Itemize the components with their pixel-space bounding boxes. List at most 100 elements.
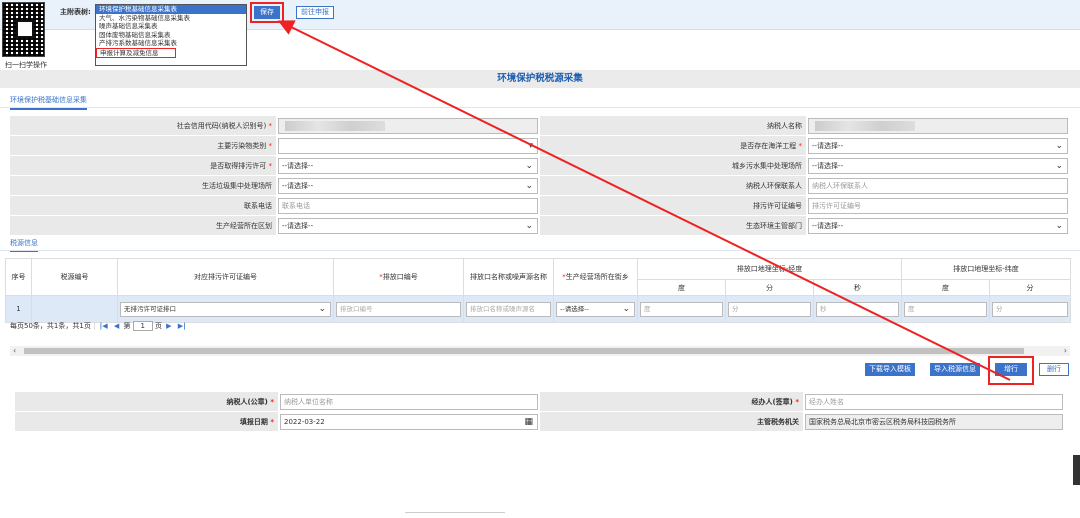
garbage-site-select[interactable]: --请选择-- ⌄	[278, 178, 538, 194]
col-header-outlet-no: *排放口编号	[333, 258, 464, 296]
permit-no-select[interactable]: 无排污许可证排口 ⌄	[120, 301, 331, 317]
col-header-lon-min: 分	[725, 279, 814, 296]
field-label: 城乡污水集中处理场所	[540, 156, 806, 175]
taxpayer-name-field[interactable]	[808, 118, 1068, 134]
form-row: 是否取得排污许可 * --请选择-- ⌄ 城乡污水集中处理场所 --请选择-- ⌄	[10, 156, 1070, 176]
field-label: 是否存在海洋工程 *	[540, 136, 806, 155]
side-handle[interactable]	[1073, 455, 1080, 485]
dropdown-item-air-water[interactable]: 大气、水污染物基础信息采集表	[96, 14, 246, 23]
tab-divider	[0, 107, 1080, 108]
field-label: 纳税人名称	[540, 116, 806, 135]
phone-input[interactable]: 联系电话	[278, 198, 538, 214]
dropdown-item-solid-waste[interactable]: 固体废物基础信息采集表	[96, 31, 246, 40]
page-suffix: 页	[154, 322, 162, 330]
field-label: 纳税人(公章) *	[15, 392, 278, 411]
col-header-seq: 序号	[5, 258, 32, 296]
form-row: 纳税人(公章) * 纳税人单位名称 经办人(签章) * 经办人姓名	[15, 392, 1070, 412]
pager-summary: 每页50条，共1条，共1页	[10, 322, 91, 330]
col-header-tax-source-no: 税源编号	[31, 258, 118, 296]
import-tax-source-button[interactable]: 导入税源信息	[930, 363, 980, 376]
delete-row-button[interactable]: 删行	[1039, 363, 1069, 376]
col-header-lat-deg: 度	[901, 279, 990, 296]
chevron-down-icon: ▾	[528, 141, 533, 151]
add-row-highlight-box	[988, 356, 1034, 385]
save-highlight-box	[250, 2, 284, 23]
outlet-no-input[interactable]: 排放口编号	[336, 301, 461, 317]
dropdown-item-basic-info[interactable]: 环境保护税基础信息采集表	[96, 5, 246, 14]
page-number-input[interactable]: 1	[132, 321, 153, 331]
first-page-icon[interactable]: |◀	[100, 322, 108, 330]
next-page-icon[interactable]: ▶	[166, 322, 171, 330]
permit-number-input[interactable]: 排污许可证编号	[808, 198, 1068, 214]
last-page-icon[interactable]: ▶|	[178, 322, 186, 330]
table-row: 1 无排污许可证排口 ⌄ 排放口编号 排放口名称或噪声源名 --请选择-- ⌄ 度 …	[5, 295, 1071, 323]
pagination: 每页50条，共1条，共1页 | |◀ ◀ 第 1 页 ▶ ▶|	[10, 321, 186, 331]
field-label: 生活垃圾集中处理场所	[10, 176, 276, 195]
scroll-right-icon[interactable]: ›	[1064, 346, 1067, 356]
field-label: 社会信用代码(纳税人识别号) *	[10, 116, 276, 135]
dropdown-item-noise[interactable]: 噪声基础信息采集表	[96, 22, 246, 31]
row-seq: 1	[5, 295, 32, 323]
field-label: 经办人(签章) *	[540, 392, 803, 411]
tax-source-grid: 序号 税源编号 对应排污许可证编号 *排放口编号 排放口名称或噪声源名称 *生产…	[5, 258, 1071, 323]
calendar-icon[interactable]: ▦	[524, 415, 533, 429]
horizontal-scrollbar[interactable]: ‹ ›	[10, 346, 1070, 356]
prev-page-icon[interactable]: ◀	[114, 322, 119, 330]
fill-date-input[interactable]: 2022-03-22 ▦	[280, 414, 538, 430]
dropdown-item-emission-coefficient[interactable]: 产排污系数基础信息采集表	[96, 39, 246, 48]
download-template-button[interactable]: 下载导入模板	[865, 363, 915, 376]
col-header-street: *生产经营场所在街乡	[553, 258, 638, 296]
field-label: 主管税务机关	[540, 412, 803, 431]
go-declare-button[interactable]: 前往申报	[296, 6, 334, 19]
basic-info-form: 社会信用代码(纳税人识别号) * 纳税人名称 主要污染物类别 * ▾ 是否存在海…	[10, 116, 1070, 236]
bottom-strip	[405, 512, 505, 518]
col-header-permit-no: 对应排污许可证编号	[117, 258, 334, 296]
table-tree-dropdown[interactable]: 环境保护税基础信息采集表 大气、水污染物基础信息采集表 噪声基础信息采集表 固体…	[95, 4, 247, 66]
main-table-label: 主附表树:	[60, 8, 91, 16]
col-header-longitude: 排放口地理坐标-经度	[637, 258, 902, 280]
handler-input[interactable]: 经办人姓名	[805, 394, 1063, 410]
chevron-down-icon: ⌄	[525, 181, 533, 191]
form-row: 填报日期 * 2022-03-22 ▦ 主管税务机关 国家税务总局北京市密云区税务…	[15, 412, 1070, 432]
sewage-site-select[interactable]: --请选择-- ⌄	[808, 158, 1068, 174]
lon-deg-input[interactable]: 度	[640, 301, 723, 317]
qr-code-image	[2, 2, 45, 57]
field-label: 生产经营所在区划	[10, 216, 276, 235]
field-label: 生态环境主管部门	[540, 216, 806, 235]
chevron-down-icon: ⌄	[525, 221, 533, 231]
outlet-name-input[interactable]: 排放口名称或噪声源名	[466, 301, 551, 317]
field-label: 是否取得排污许可 *	[10, 156, 276, 175]
pollutant-category-select[interactable]: ▾	[278, 138, 538, 154]
region-select[interactable]: --请选择-- ⌄	[278, 218, 538, 234]
lat-min-input[interactable]: 分	[992, 301, 1068, 317]
tab-divider	[0, 250, 1080, 251]
field-label: 纳税人环保联系人	[540, 176, 806, 195]
credit-code-field[interactable]	[278, 118, 538, 134]
col-header-outlet-name: 排放口名称或噪声源名称	[463, 258, 554, 296]
ocean-project-select[interactable]: --请选择-- ⌄	[808, 138, 1068, 154]
field-label: 填报日期 *	[15, 412, 278, 431]
chevron-down-icon: ⌄	[1055, 141, 1063, 151]
taxpayer-seal-input[interactable]: 纳税人单位名称	[280, 394, 538, 410]
scroll-left-icon[interactable]: ‹	[13, 346, 16, 356]
form-row: 社会信用代码(纳税人识别号) * 纳税人名称	[10, 116, 1070, 136]
col-header-lon-deg: 度	[637, 279, 726, 296]
form-row: 主要污染物类别 * ▾ 是否存在海洋工程 * --请选择-- ⌄	[10, 136, 1070, 156]
lon-sec-input[interactable]: 秒	[816, 301, 899, 317]
qr-caption: 扫一扫学操作	[5, 61, 47, 69]
lat-deg-input[interactable]: 度	[904, 301, 987, 317]
dropdown-item-declaration-calc[interactable]: 申报计算及减免信息	[96, 47, 176, 58]
row-tax-source-no	[31, 295, 118, 323]
lon-min-input[interactable]: 分	[728, 301, 811, 317]
field-label: 主要污染物类别 *	[10, 136, 276, 155]
col-header-latitude: 排放口地理坐标-纬度	[901, 258, 1071, 280]
eco-dept-select[interactable]: --请选择-- ⌄	[808, 218, 1068, 234]
chevron-down-icon: ⌄	[525, 161, 533, 171]
chevron-down-icon: ⌄	[622, 303, 630, 314]
field-label: 联系电话	[10, 196, 276, 215]
permit-obtained-select[interactable]: --请选择-- ⌄	[278, 158, 538, 174]
scrollbar-thumb[interactable]	[24, 348, 1024, 354]
env-contact-input[interactable]: 纳税人环保联系人	[808, 178, 1068, 194]
street-select[interactable]: --请选择-- ⌄	[556, 301, 635, 317]
chevron-down-icon: ⌄	[318, 303, 326, 314]
